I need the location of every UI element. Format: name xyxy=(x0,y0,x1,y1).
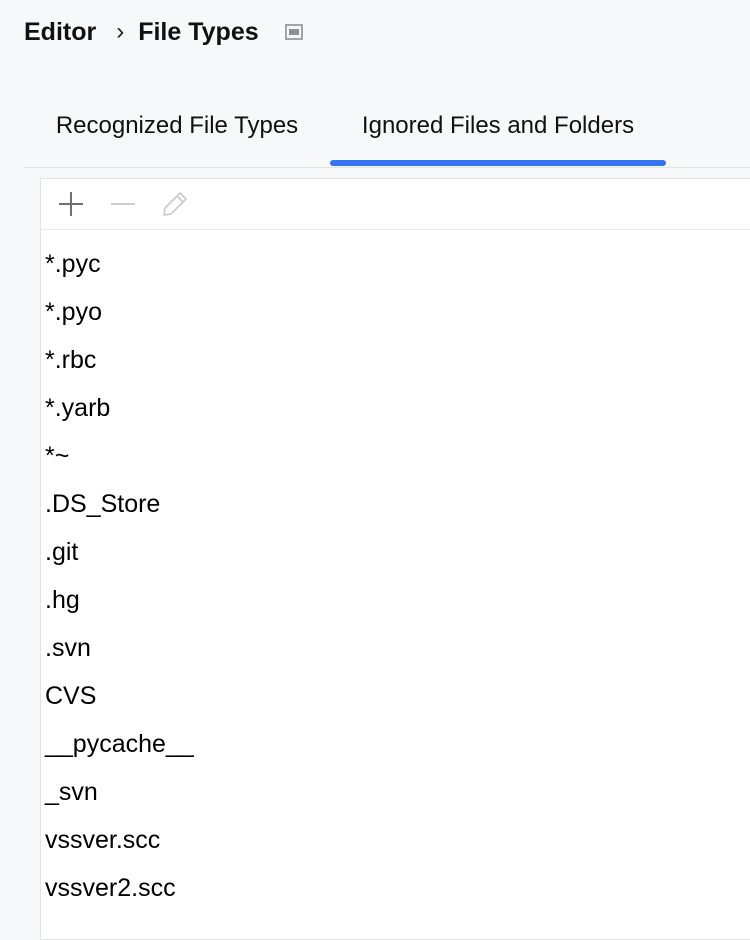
page-title: File Types xyxy=(138,17,259,46)
list-item[interactable]: vssver2.scc xyxy=(41,862,750,910)
list-item[interactable]: .hg xyxy=(41,574,750,622)
list-item[interactable]: CVS xyxy=(41,670,750,718)
tab-recognized-file-types[interactable]: Recognized File Types xyxy=(24,94,330,160)
edit-button[interactable] xyxy=(155,184,195,224)
tab-ignored-files-and-folders[interactable]: Ignored Files and Folders xyxy=(330,94,666,160)
layout-panel-icon[interactable] xyxy=(284,24,303,40)
list-item[interactable]: *~ xyxy=(41,430,750,478)
plus-icon xyxy=(59,192,83,216)
list-item[interactable]: *.pyc xyxy=(41,238,750,286)
selected-tab-indicator xyxy=(330,160,666,166)
list-item[interactable]: vssver.scc xyxy=(41,814,750,862)
remove-button[interactable] xyxy=(103,184,143,224)
list-item[interactable]: __pycache__ xyxy=(41,718,750,766)
breadcrumb-parent[interactable]: Editor xyxy=(24,18,96,47)
pencil-icon xyxy=(163,192,187,216)
tab-bar: Recognized File Types Ignored Files and … xyxy=(24,94,750,168)
breadcrumb: Editor › File Types xyxy=(24,14,303,50)
ignored-patterns-list: *.pyc *.pyo *.rbc *.yarb *~ .DS_Store .g… xyxy=(41,230,750,910)
minus-icon xyxy=(111,203,135,205)
list-item[interactable]: *.rbc xyxy=(41,334,750,382)
list-item[interactable]: .svn xyxy=(41,622,750,670)
tab-label: Recognized File Types xyxy=(55,112,299,139)
tab-label: Ignored Files and Folders xyxy=(361,112,635,139)
list-item[interactable]: *.yarb xyxy=(41,382,750,430)
list-toolbar xyxy=(41,179,750,230)
list-item[interactable]: _svn xyxy=(41,766,750,814)
list-item[interactable]: *.pyo xyxy=(41,286,750,334)
breadcrumb-separator: › xyxy=(116,18,125,45)
list-item[interactable]: .DS_Store xyxy=(41,478,750,526)
add-button[interactable] xyxy=(51,184,91,224)
list-item[interactable]: .git xyxy=(41,526,750,574)
ignored-patterns-panel: *.pyc *.pyo *.rbc *.yarb *~ .DS_Store .g… xyxy=(40,178,750,940)
